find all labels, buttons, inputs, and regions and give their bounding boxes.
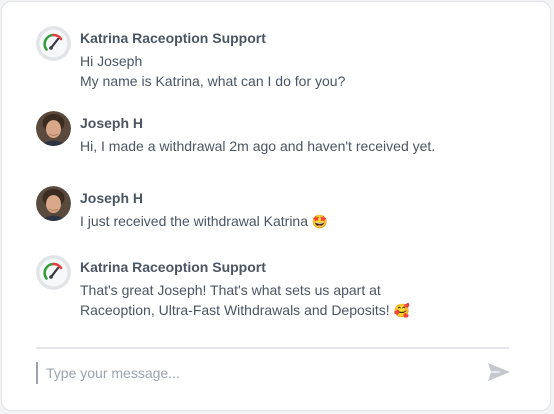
chat-window: Katrina Raceoption Support Hi Joseph My … <box>1 1 551 411</box>
message-sender: Katrina Raceoption Support <box>80 30 266 46</box>
message-text-row: I just received the withdrawal Katrina 🤩 <box>80 211 530 233</box>
send-button[interactable] <box>486 361 512 383</box>
gauge-logo-icon <box>36 255 71 290</box>
support-avatar <box>36 26 71 61</box>
user-avatar <box>36 111 71 146</box>
message-text: My name is Katrina, what can I do for yo… <box>80 73 346 89</box>
user-photo-icon <box>36 111 71 146</box>
message-sender: Joseph H <box>80 190 144 206</box>
send-icon <box>488 363 510 381</box>
message-text: That's great Joseph! That's what sets us… <box>80 282 381 298</box>
message-input[interactable] <box>36 362 486 384</box>
message-text: I just received the withdrawal Katrina <box>80 213 308 229</box>
star-struck-emoji: 🤩 <box>311 215 329 230</box>
message-text: Hi Joseph <box>80 53 143 69</box>
smiling-hearts-emoji: 🥰 <box>393 304 410 319</box>
message-sender: Joseph H <box>80 115 144 131</box>
user-photo-icon <box>36 186 71 221</box>
message-sender: Katrina Raceoption Support <box>80 259 266 275</box>
message-text: Raceoption, Ultra-Fast Withdrawals and D… <box>80 302 390 318</box>
gauge-logo-icon <box>36 26 71 61</box>
message-text: Hi, I made a withdrawal 2m ago and haven… <box>80 138 436 154</box>
composer-divider <box>36 347 509 349</box>
message-text-row: Raceoption, Ultra-Fast Withdrawals and D… <box>80 300 530 322</box>
user-avatar <box>36 186 71 221</box>
support-avatar <box>36 255 71 290</box>
